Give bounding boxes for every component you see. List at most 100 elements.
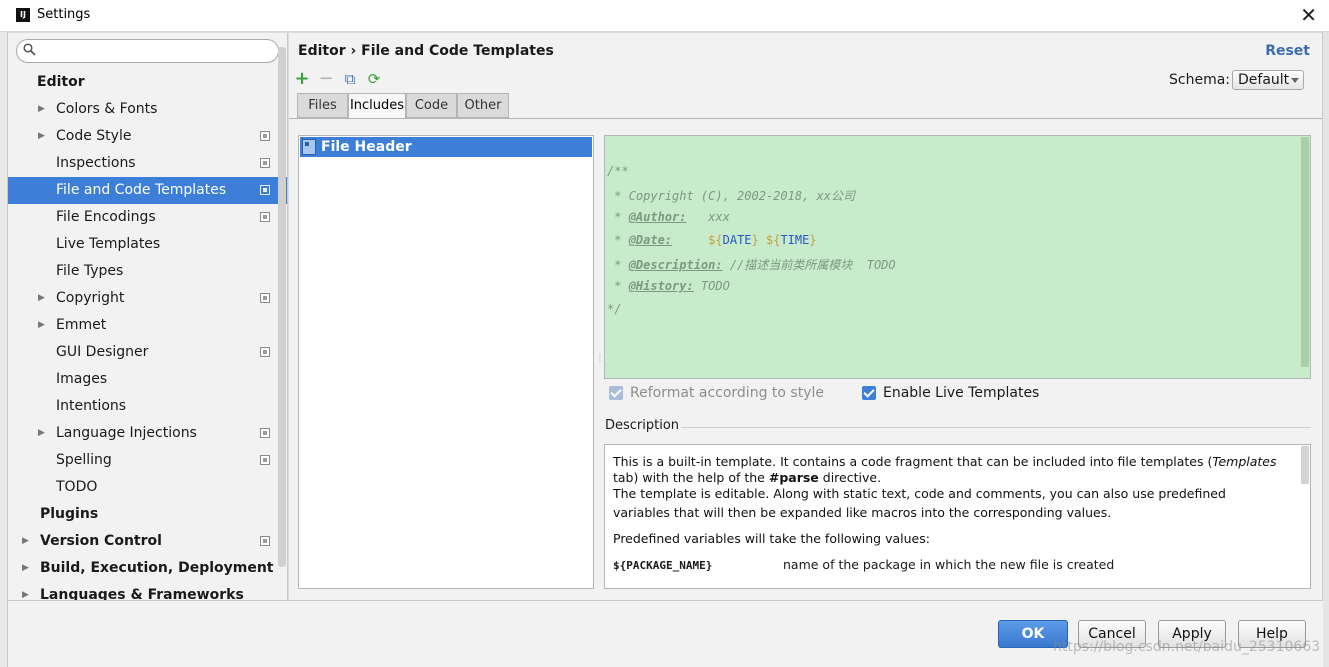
splitter-grip[interactable]: ⋮ [596, 353, 604, 362]
sidebar-item-label: File Types [56, 263, 124, 279]
reset-link[interactable]: Reset [1265, 43, 1310, 59]
sidebar-item-file-and-code-templates[interactable]: File and Code Templates [8, 177, 287, 204]
list-item[interactable]: File Header [300, 137, 592, 157]
sidebar-item-colors-fonts[interactable]: ▶ Colors & Fonts [8, 96, 287, 123]
sidebar-item-label: TODO [56, 479, 98, 495]
code-prefix: * [607, 210, 629, 224]
code-value: TODO [693, 279, 730, 293]
live-templates-checkbox[interactable] [862, 386, 876, 400]
tab-code[interactable]: Code [406, 93, 457, 118]
code-line: * @Author: xxx [607, 210, 730, 224]
sidebar-item-build-execution-deployment[interactable]: ▶ Build, Execution, Deployment [8, 555, 287, 582]
code-var: DATE [722, 233, 752, 247]
tab-files[interactable]: Files [297, 93, 348, 118]
expand-arrow-icon[interactable]: ▶ [22, 555, 29, 582]
sidebar-item-label: Language Injections [56, 425, 197, 441]
app-icon: IJ [16, 8, 30, 22]
template-list[interactable]: File Header [298, 135, 594, 589]
template-editor[interactable]: /** * Copyright (C), 2002-2018, xx公司 * @… [604, 135, 1311, 379]
project-scope-icon [260, 158, 270, 168]
variable-description: name of the package in which the new fil… [783, 557, 1115, 572]
code-prefix: * [607, 258, 629, 272]
sidebar-item-file-encodings[interactable]: File Encodings [8, 204, 287, 231]
sidebar-item-inspections[interactable]: Inspections [8, 150, 287, 177]
code-gap [672, 233, 708, 247]
sidebar-item-plugins[interactable]: Plugins [8, 501, 287, 528]
breadcrumb-separator: › [350, 43, 357, 59]
description-line: variables that will then be expanded lik… [613, 505, 1112, 520]
remove-icon[interactable]: − [316, 69, 336, 89]
sidebar-item-label: Spelling [56, 452, 112, 468]
sidebar-item-todo[interactable]: TODO [8, 474, 287, 501]
description-line: The template is editable. Along with sta… [613, 486, 1226, 501]
sidebar-item-label: File and Code Templates [56, 182, 227, 198]
settings-sidebar: Editor ▶ Colors & Fonts ▶ Code Style Inspecti… [8, 33, 288, 600]
sidebar-item-file-types[interactable]: File Types [8, 258, 287, 285]
template-name: File Header [321, 139, 412, 155]
code-value: xxx [686, 210, 730, 224]
sidebar-scrollbar[interactable] [278, 47, 286, 567]
sidebar-item-label: File Encodings [56, 209, 156, 225]
description-text: This is a built-in template. It contains… [613, 454, 1213, 469]
project-scope-icon [260, 131, 270, 141]
sidebar-item-code-style[interactable]: ▶ Code Style [8, 123, 287, 150]
search-input[interactable] [41, 42, 273, 60]
expand-arrow-icon[interactable]: ▶ [38, 123, 45, 150]
ide-side-strip-right [1322, 32, 1329, 667]
code-var-delim: ${ [758, 233, 781, 247]
code-tag: @Date: [628, 233, 673, 247]
tab-other[interactable]: Other [457, 93, 509, 118]
project-scope-icon [260, 428, 270, 438]
expand-arrow-icon[interactable]: ▶ [38, 285, 45, 312]
breadcrumb-parent: Editor [298, 43, 346, 59]
editor-scrollbar[interactable] [1301, 137, 1309, 367]
tab-includes[interactable]: Includes [348, 93, 406, 119]
expand-arrow-icon[interactable]: ▶ [22, 528, 29, 555]
close-icon[interactable]: ✕ [1300, 3, 1317, 27]
expand-arrow-icon[interactable]: ▶ [38, 420, 45, 447]
add-icon[interactable]: + [292, 69, 312, 89]
sidebar-item-copyright[interactable]: ▶ Copyright [8, 285, 287, 312]
description-emphasis: Templates [1212, 454, 1277, 469]
reset-to-default-icon[interactable]: ⟳ [364, 69, 384, 89]
reformat-checkbox[interactable] [609, 386, 623, 400]
description-line: Predefined variables will take the follo… [613, 531, 930, 546]
project-scope-icon [260, 293, 270, 303]
description-keyword: #parse [768, 470, 819, 485]
sidebar-item-emmet[interactable]: ▶ Emmet [8, 312, 287, 339]
code-line: /** [607, 164, 629, 178]
sidebar-item-label: Intentions [56, 398, 127, 414]
sidebar-item-languages-frameworks[interactable]: ▶ Languages & Frameworks [8, 582, 287, 600]
sidebar-item-label: Live Templates [56, 236, 161, 252]
code-line: * Copyright (C), 2002-2018, xx公司 [607, 189, 855, 203]
expand-arrow-icon[interactable]: ▶ [22, 582, 29, 600]
code-line: * @History: TODO [607, 279, 730, 293]
sidebar-item-images[interactable]: Images [8, 366, 287, 393]
schema-dropdown[interactable]: Default [1232, 70, 1304, 90]
sidebar-item-gui-designer[interactable]: GUI Designer [8, 339, 287, 366]
sidebar-item-version-control[interactable]: ▶ Version Control [8, 528, 287, 555]
sidebar-item-label: Editor [37, 74, 85, 90]
copy-icon[interactable]: ⧉ [340, 69, 360, 89]
sidebar-item-label: Images [56, 371, 108, 387]
search-icon [23, 43, 36, 56]
sidebar-item-label: Version Control [40, 533, 162, 549]
sidebar-item-language-injections[interactable]: ▶ Language Injections [8, 420, 287, 447]
description-scrollbar[interactable] [1301, 446, 1309, 484]
description-text: tab) with the help of the [613, 470, 769, 485]
expand-arrow-icon[interactable]: ▶ [38, 96, 45, 123]
code-var-delim: } [809, 233, 817, 247]
main-panel: Editor › File and Code Templates Reset +… [289, 33, 1322, 600]
expand-arrow-icon[interactable]: ▶ [38, 312, 45, 339]
search-box[interactable] [16, 39, 279, 63]
sidebar-item-editor[interactable]: Editor [8, 69, 287, 96]
code-value: //描述当前类所属模块 TODO [722, 258, 896, 272]
project-scope-icon [260, 347, 270, 357]
sidebar-item-label: Plugins [40, 506, 99, 522]
sidebar-item-label: Emmet [56, 317, 107, 333]
schema-value: Default [1238, 72, 1290, 88]
sidebar-item-intentions[interactable]: Intentions [8, 393, 287, 420]
sidebar-item-live-templates[interactable]: Live Templates [8, 231, 287, 258]
schema-label: Schema: [1169, 72, 1231, 88]
sidebar-item-spelling[interactable]: Spelling [8, 447, 287, 474]
